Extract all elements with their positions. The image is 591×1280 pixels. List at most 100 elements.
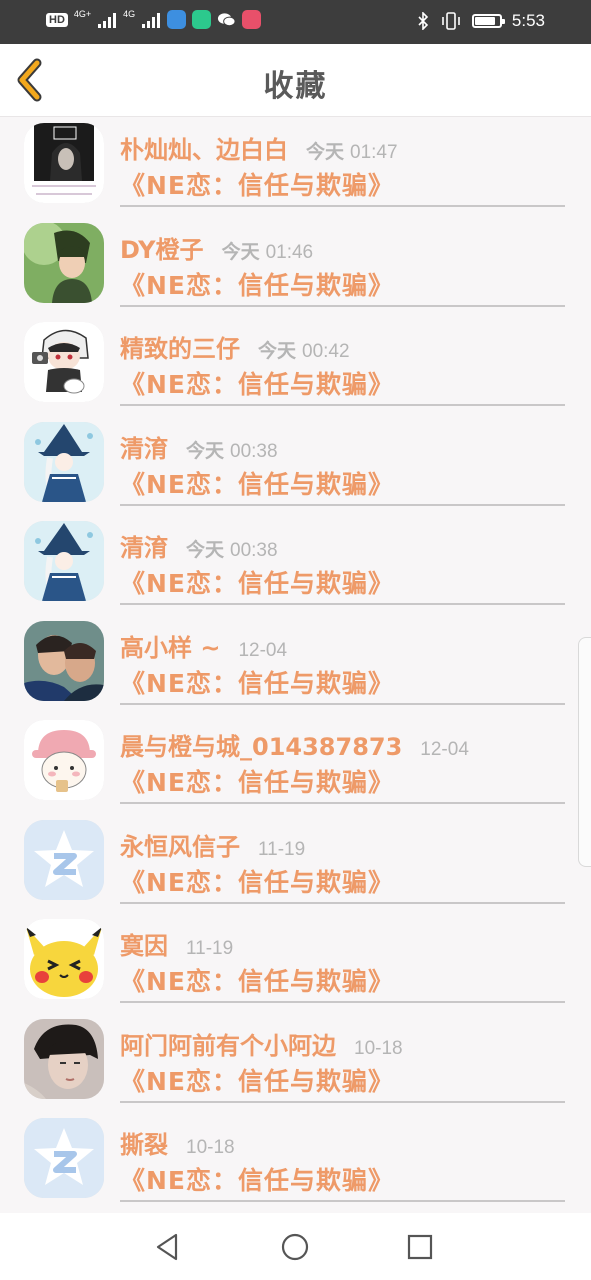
avatar[interactable] bbox=[24, 620, 104, 701]
scroll-handle[interactable] bbox=[578, 637, 591, 867]
timestamp: 12-04 bbox=[420, 739, 469, 761]
favorite-item[interactable]: 朴灿灿、边白白 今天 01:47 《NE恋：信任与欺骗》 bbox=[0, 116, 591, 216]
avatar[interactable] bbox=[24, 819, 104, 900]
timestamp-time: 11-19 bbox=[186, 938, 234, 959]
avatar[interactable] bbox=[24, 1018, 104, 1099]
clock: 5:53 bbox=[511, 11, 545, 30]
square-recents-icon[interactable] bbox=[404, 1231, 436, 1263]
divider bbox=[120, 1100, 565, 1103]
battery-icon bbox=[471, 14, 505, 28]
triangle-back-icon[interactable] bbox=[152, 1231, 184, 1263]
timestamp: 今天 01:46 bbox=[222, 237, 314, 264]
timestamp-time: 10-18 bbox=[186, 1137, 235, 1158]
avatar[interactable] bbox=[24, 521, 104, 601]
favorite-item[interactable]: 精致的三仔 今天 00:42 《NE恋：信任与欺骗》 bbox=[0, 315, 591, 415]
circle-home-icon[interactable] bbox=[279, 1231, 311, 1263]
favorite-subject[interactable]: 《NE恋：信任与欺骗》 bbox=[120, 1161, 394, 1197]
avatar-image bbox=[24, 421, 104, 502]
avatar[interactable] bbox=[24, 123, 104, 203]
signal-icon bbox=[142, 12, 161, 28]
avatar[interactable] bbox=[24, 720, 104, 800]
timestamp-day: 今天 bbox=[258, 340, 297, 362]
favorite-subject[interactable]: 《NE恋：信任与欺骗》 bbox=[120, 465, 394, 501]
user-name[interactable]: 高小样 ~ bbox=[120, 628, 220, 663]
user-name[interactable]: 精致的三仔 bbox=[120, 329, 240, 364]
app-header: 收藏 bbox=[0, 44, 591, 117]
network-type-2: 4G bbox=[123, 8, 136, 19]
favorite-item[interactable]: 阿门阿前有个小阿边 10-18 《NE恋：信任与欺骗》 bbox=[0, 1012, 591, 1112]
video-app-icon bbox=[192, 10, 212, 29]
favorite-subject[interactable]: 《NE恋：信任与欺骗》 bbox=[120, 664, 394, 700]
timestamp-time: 01:47 bbox=[350, 142, 398, 163]
favorite-subject[interactable]: 《NE恋：信任与欺骗》 bbox=[120, 365, 394, 401]
network-type-1: 4G+ bbox=[73, 8, 92, 19]
user-name[interactable]: 永恒风信子 bbox=[120, 827, 240, 862]
timestamp: 11-19 bbox=[258, 839, 305, 861]
user-name[interactable]: 阿门阿前有个小阿边 bbox=[120, 1026, 336, 1061]
avatar[interactable] bbox=[24, 919, 104, 999]
divider bbox=[120, 802, 565, 804]
favorite-item[interactable]: 清淯 今天 00:38 《NE恋：信任与欺骗》 bbox=[0, 415, 591, 515]
hd-badge: HD bbox=[46, 12, 68, 27]
avatar[interactable] bbox=[24, 421, 104, 502]
favorite-subject[interactable]: 《NE恋：信任与欺骗》 bbox=[120, 564, 394, 600]
timestamp-time: 10-18 bbox=[354, 1037, 403, 1059]
avatar[interactable] bbox=[24, 222, 104, 303]
favorite-subject[interactable]: 《NE恋：信任与欺骗》 bbox=[120, 863, 394, 899]
bluetooth-icon bbox=[418, 12, 429, 30]
timestamp-time: 00:42 bbox=[302, 341, 350, 362]
favorite-subject[interactable]: 《NE恋：信任与欺骗》 bbox=[120, 1062, 394, 1098]
avatar-image bbox=[24, 123, 104, 203]
user-name[interactable]: 朴灿灿、边白白 bbox=[120, 130, 288, 165]
favorite-item[interactable]: 高小样 ~ 12-04 《NE恋：信任与欺骗》 bbox=[0, 614, 591, 714]
status-bar: HD 4G+ 4G 5:53 bbox=[0, 0, 591, 44]
avatar[interactable] bbox=[24, 1118, 104, 1198]
favorite-item[interactable]: 晨与橙与城_014387873 12-04 《NE恋：信任与欺骗》 bbox=[0, 713, 591, 813]
user-name[interactable]: DY橙子 bbox=[120, 230, 204, 265]
avatar-image bbox=[24, 1118, 104, 1198]
timestamp: 今天 00:42 bbox=[258, 336, 350, 363]
favorite-item[interactable]: 撕裂 10-18 《NE恋：信任与欺骗》 bbox=[0, 1111, 591, 1211]
avatar-image bbox=[24, 620, 104, 701]
avatar-image bbox=[24, 521, 104, 601]
timestamp: 10-18 bbox=[354, 1038, 403, 1060]
avatar-image bbox=[24, 1018, 104, 1099]
user-name[interactable]: 寞因 bbox=[120, 926, 168, 961]
avatar-image bbox=[24, 322, 104, 402]
favorite-item[interactable]: 永恒风信子 11-19 《NE恋：信任与欺骗》 bbox=[0, 813, 591, 913]
page-title: 收藏 bbox=[263, 69, 328, 104]
avatar-image bbox=[24, 720, 104, 800]
timestamp-time: 12-04 bbox=[420, 739, 469, 760]
timestamp: 12-04 bbox=[238, 640, 287, 662]
favorite-item[interactable]: DY橙子 今天 01:46 《NE恋：信任与欺骗》 bbox=[0, 216, 591, 316]
favorite-item[interactable]: 清淯 今天 00:38 《NE恋：信任与欺骗》 bbox=[0, 514, 591, 614]
timestamp-day: 今天 bbox=[186, 439, 225, 462]
timestamp-day: 今天 bbox=[306, 141, 345, 163]
favorite-subject[interactable]: 《NE恋：信任与欺骗》 bbox=[120, 166, 394, 202]
divider bbox=[120, 304, 565, 307]
avatar-image bbox=[24, 819, 104, 900]
timestamp-day: 今天 bbox=[186, 539, 225, 561]
timestamp-time: 12-04 bbox=[238, 639, 288, 661]
favorite-subject[interactable]: 《NE恋：信任与欺骗》 bbox=[120, 962, 394, 998]
divider bbox=[120, 603, 565, 605]
vibrate-icon bbox=[442, 12, 460, 30]
divider bbox=[120, 1200, 565, 1202]
timestamp-time: 00:38 bbox=[230, 440, 278, 462]
user-name[interactable]: 清淯 bbox=[120, 429, 168, 464]
avatar[interactable] bbox=[24, 322, 104, 402]
timestamp-time: 01:46 bbox=[265, 241, 314, 263]
user-name[interactable]: 清淯 bbox=[120, 528, 168, 563]
favorite-subject[interactable]: 《NE恋：信任与欺骗》 bbox=[120, 266, 394, 302]
battery-level bbox=[474, 17, 495, 25]
browser-app-icon bbox=[167, 10, 187, 29]
avatar-image bbox=[24, 919, 104, 999]
favorite-subject[interactable]: 《NE恋：信任与欺骗》 bbox=[120, 763, 394, 799]
timestamp: 10-18 bbox=[186, 1137, 235, 1159]
system-nav-bar bbox=[0, 1213, 591, 1280]
favorite-item[interactable]: 寞因 11-19 《NE恋：信任与欺骗》 bbox=[0, 912, 591, 1012]
user-name[interactable]: 晨与橙与城_014387873 bbox=[120, 727, 402, 762]
divider bbox=[120, 205, 565, 207]
timestamp-time: 11-19 bbox=[258, 838, 306, 860]
user-name[interactable]: 撕裂 bbox=[120, 1125, 168, 1160]
